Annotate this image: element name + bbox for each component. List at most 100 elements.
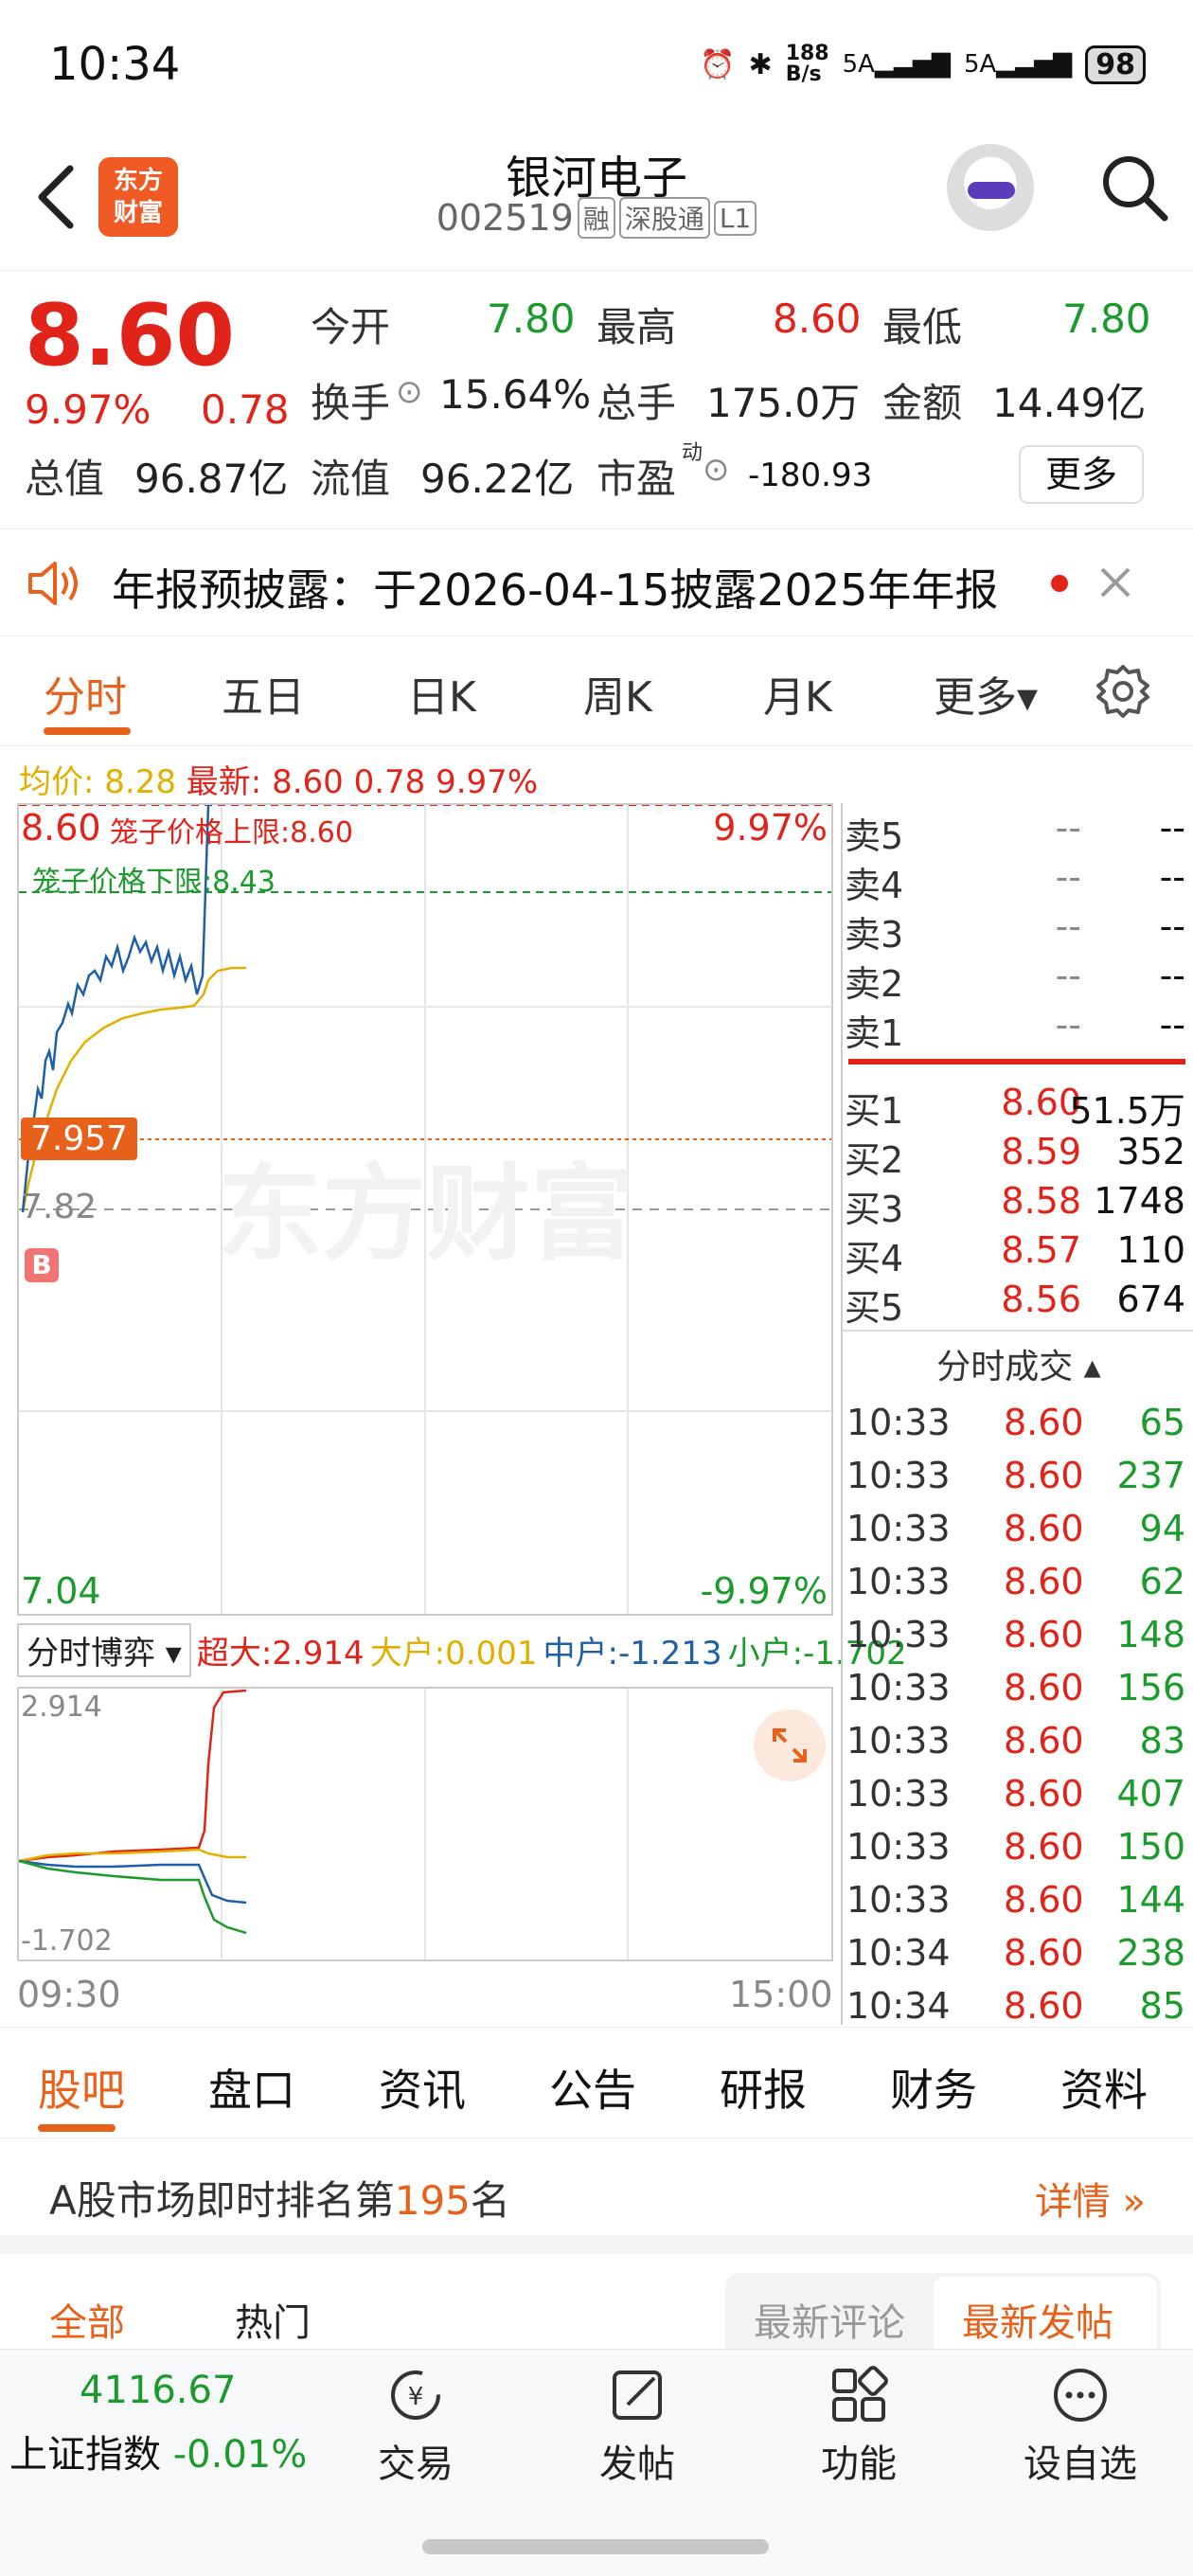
search-icon[interactable] <box>1096 150 1172 225</box>
intraday-chart-area: 均价: 8.28 最新: 8.60 0.78 9.97% 东方财富 8.60 9… <box>0 746 1193 2027</box>
pe-value: -180.93 <box>748 456 873 494</box>
trade-row: 10:33 8.60 83 <box>846 1720 1185 1762</box>
edit-icon <box>613 2370 662 2420</box>
tab-finance[interactable]: 财务 <box>890 2056 977 2119</box>
info-icon[interactable]: ⊙ <box>396 373 423 411</box>
trade-icon: ¥ <box>391 2370 440 2420</box>
buy-row-5[interactable]: 买5 8.56 674 <box>843 1275 1193 1329</box>
prev-close-label: 7.82 <box>21 1188 98 1226</box>
tab-weekly-k[interactable]: 周K <box>583 663 652 724</box>
chart-legend: 均价: 8.28 最新: 8.60 0.78 9.97% <box>19 756 538 802</box>
tab-profile[interactable]: 资料 <box>1060 2056 1148 2119</box>
sub-axis-top: 2.914 <box>21 1690 102 1724</box>
gear-icon[interactable] <box>1095 663 1151 720</box>
more-dots-icon <box>1054 2369 1107 2422</box>
float-cap-value: 96.22亿 <box>420 456 575 502</box>
rank-detail-link[interactable]: 详情 » <box>1035 2171 1146 2226</box>
trades-title[interactable]: 分时成交 ▴ <box>843 1339 1193 1388</box>
back-icon[interactable] <box>28 159 85 235</box>
total-cap-value: 96.87亿 <box>134 456 289 502</box>
mid-line <box>19 1859 247 1905</box>
volume-value: 175.0万 <box>706 380 861 426</box>
pe-label: 市盈 <box>596 456 677 502</box>
tab-news[interactable]: 资讯 <box>379 2056 466 2119</box>
index-name-row[interactable]: 上证指数 -0.01% <box>9 2424 307 2478</box>
sell-row-1[interactable]: 卖1 -- -- <box>843 1000 1193 1054</box>
stock-header: 银河电子 002519 融 深股通 L1 东方 财富 <box>0 133 1193 271</box>
trade-row: 10:33 8.60 62 <box>846 1561 1185 1602</box>
axis-top-pct: 9.97% <box>713 807 828 849</box>
assistant-robot-icon[interactable] <box>947 144 1034 231</box>
filter-all[interactable]: 全部 <box>49 2292 125 2347</box>
index-value[interactable]: 4116.67 <box>80 2369 236 2412</box>
buy-row-1[interactable]: 买1 8.60 51.5万 <box>843 1078 1193 1132</box>
change-amount: 0.78 <box>201 386 290 433</box>
tab-five-day[interactable]: 五日 <box>222 663 305 724</box>
sell-row-3[interactable]: 卖3 -- -- <box>843 902 1193 956</box>
bluetooth-icon: ✱ <box>748 47 773 81</box>
axis-bottom-pct: -9.97% <box>700 1570 828 1612</box>
sell-row-5[interactable]: 卖5 -- -- <box>843 803 1193 857</box>
mid-value: -1.213 <box>617 1635 722 1673</box>
order-book: 卖5 -- -- 卖4 -- -- 卖3 -- -- 卖2 -- -- 卖1 -- -- 买1 8.6… <box>841 803 1193 2027</box>
more-button[interactable]: 更多 <box>1019 445 1144 504</box>
super-label: 超大: <box>196 1635 273 1673</box>
sell-row-4[interactable]: 卖4 -- -- <box>843 852 1193 906</box>
expand-icon[interactable] <box>754 1709 826 1781</box>
grid-icon <box>832 2366 888 2422</box>
tag-level: L1 <box>713 200 757 236</box>
buy-row-3[interactable]: 买3 8.58 1748 <box>843 1176 1193 1230</box>
status-icons: ⏰ ✱ 188 B/s 5A▂▃▅▇ 5A▂▃▅▇ 98 <box>700 44 1146 85</box>
tab-monthly-k[interactable]: 月K <box>763 663 832 724</box>
tab-pankou[interactable]: 盘口 <box>208 2056 295 2119</box>
trade-row: 10:33 8.60 65 <box>846 1402 1185 1443</box>
legend-latest: 8.60 <box>272 763 344 801</box>
post-filter-row: 全部 热门 最新评论 最新发帖 <box>0 2254 1193 2349</box>
tab-research[interactable]: 研报 <box>720 2056 807 2119</box>
tab-intraday[interactable]: 分时 <box>44 663 127 724</box>
filter-latest-comment[interactable]: 最新评论 <box>754 2292 905 2347</box>
app-logo[interactable]: 东方 财富 <box>98 157 178 237</box>
pe-info-icon[interactable]: ⊙ <box>703 451 730 489</box>
signal-icon: 5A▂▃▅▇ <box>842 50 951 79</box>
tab-daily-k[interactable]: 日K <box>407 663 476 724</box>
notice-bar[interactable]: 年报预披露：于2026-04-15披露2025年年报 <box>0 528 1193 636</box>
price-chart[interactable]: 东方财富 8.60 9.97% 笼子价格上限:8.60 笼子价格下限:8.43 … <box>17 803 833 1616</box>
status-bar: 10:34 ⏰ ✱ 188 B/s 5A▂▃▅▇ 5A▂▃▅▇ 98 <box>0 0 1193 133</box>
current-price: 8.60 <box>25 286 236 385</box>
filter-latest-post[interactable]: 最新发帖 <box>962 2292 1113 2347</box>
sub-chart-header: 分时博弈 ▾ 超大:2.914 大户:0.001 中户:-1.213 小户:-1… <box>17 1623 907 1677</box>
sell-row-2[interactable]: 卖2 -- -- <box>843 951 1193 1005</box>
volume-label: 总手 <box>596 380 677 426</box>
tab-announcements[interactable]: 公告 <box>549 2056 636 2119</box>
legend-latest-label: 最新: <box>186 763 262 801</box>
tab-guba[interactable]: 股吧 <box>38 2056 125 2119</box>
amount-value: 14.49亿 <box>992 380 1147 426</box>
turnover-value: 15.64% <box>439 371 592 418</box>
stock-code: 002519 <box>436 197 574 239</box>
nav-post[interactable]: 发帖 <box>576 2365 699 2488</box>
close-icon[interactable] <box>1096 564 1134 601</box>
nav-functions[interactable]: 功能 <box>797 2365 920 2488</box>
low-value: 7.80 <box>1062 295 1151 342</box>
market-rank[interactable]: A股市场即时排名第195名 详情 » <box>0 2140 1193 2254</box>
rank-number: 195 <box>394 2177 471 2224</box>
fund-flow-chart[interactable]: 2.914 -1.702 <box>17 1687 833 1961</box>
high-label: 最高 <box>596 304 677 350</box>
buy-row-4[interactable]: 买4 8.57 110 <box>843 1225 1193 1279</box>
legend-pct: 9.97% <box>436 763 539 801</box>
home-indicator[interactable] <box>422 2539 769 2554</box>
tab-more[interactable]: 更多▾ <box>934 663 1038 724</box>
float-cap-label: 流值 <box>311 456 391 502</box>
big-value: 0.001 <box>445 1635 538 1673</box>
filter-hot[interactable]: 热门 <box>235 2292 311 2347</box>
legend-avg-label: 均价: <box>19 763 95 801</box>
buy-marker[interactable]: B <box>25 1248 59 1282</box>
watermark: 东方财富 <box>218 1154 634 1275</box>
sub-chart-selector[interactable]: 分时博弈 ▾ <box>17 1623 191 1677</box>
nav-add-watchlist[interactable]: 设自选 <box>1019 2365 1142 2488</box>
current-price-marker: 7.957 <box>21 1118 138 1160</box>
pe-sup: 动 <box>682 441 703 465</box>
nav-trade[interactable]: ¥ 交易 <box>354 2365 477 2488</box>
buy-row-2[interactable]: 买2 8.59 352 <box>843 1127 1193 1181</box>
